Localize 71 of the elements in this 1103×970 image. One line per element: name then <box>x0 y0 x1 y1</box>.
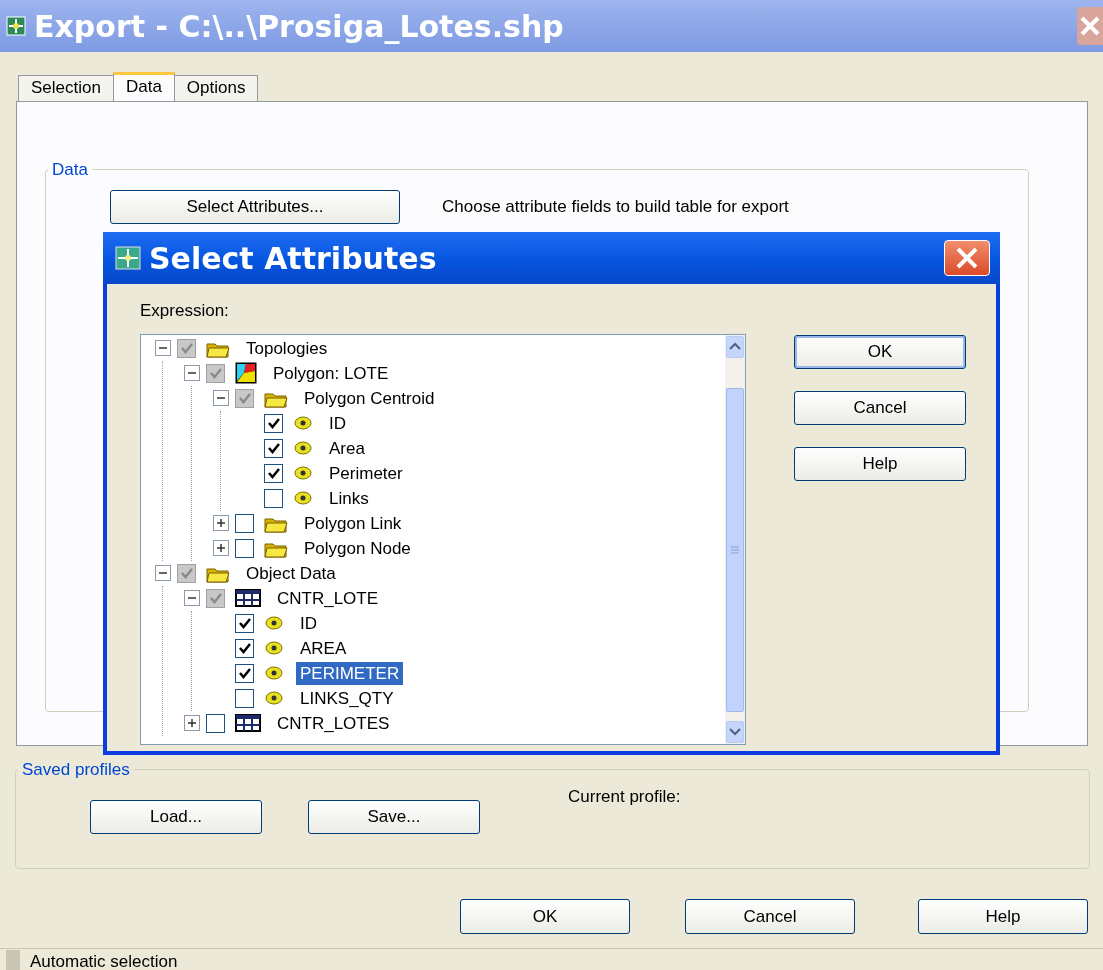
cog-icon <box>264 664 284 682</box>
scrollbar-thumb[interactable] <box>726 387 744 712</box>
cog-icon <box>264 639 284 657</box>
tab[interactable]: Selection <box>18 75 114 101</box>
tree-item[interactable]: Polygon: LOTE <box>269 361 393 385</box>
grip-icon <box>730 545 740 554</box>
app-icon <box>115 246 141 270</box>
polygon-icon <box>235 362 257 384</box>
group-label: Saved profiles <box>21 761 131 778</box>
close-icon <box>1079 15 1101 37</box>
checkbox[interactable] <box>264 488 283 508</box>
cog-icon <box>293 489 313 507</box>
cog-icon <box>264 614 284 632</box>
dialog-button[interactable]: Help <box>794 447 966 481</box>
tree-item[interactable]: CNTR_LOTE <box>273 586 383 610</box>
cog-icon <box>264 689 284 707</box>
dialog-button[interactable]: Help <box>918 899 1088 934</box>
tree-item[interactable]: Perimeter <box>325 461 407 485</box>
tree-item[interactable]: Polygon Link <box>300 511 406 535</box>
chevron-up-icon <box>728 341 742 352</box>
minus-icon[interactable] <box>155 340 171 356</box>
cog-icon <box>293 439 313 457</box>
checkbox[interactable] <box>235 688 254 708</box>
cog-icon <box>293 464 313 482</box>
current-profile-label: Current profile: <box>568 786 681 808</box>
plus-icon[interactable] <box>213 540 229 556</box>
dialog-title: Select Attributes <box>149 239 437 278</box>
tree-item[interactable]: Area <box>325 436 369 460</box>
checkbox[interactable] <box>206 713 225 733</box>
profile-button[interactable]: Save... <box>308 800 480 834</box>
group-label: Data <box>51 161 89 178</box>
tree-item[interactable]: ID <box>296 611 321 635</box>
app-icon <box>6 16 26 36</box>
tree-item[interactable]: Links <box>325 486 373 510</box>
checkbox[interactable] <box>235 513 254 533</box>
chevron-down-icon <box>728 726 742 737</box>
table-icon <box>235 588 261 608</box>
scroll-down-button[interactable] <box>726 720 744 743</box>
tree-item[interactable]: ID <box>325 411 350 435</box>
minus-icon[interactable] <box>184 365 200 381</box>
table-icon <box>235 713 261 733</box>
scroll-up-button[interactable] <box>726 335 744 358</box>
tree-item[interactable]: LINKS_QTY <box>296 686 398 710</box>
minus-icon[interactable] <box>155 565 171 581</box>
description-text: Choose attribute fields to build table for export <box>442 196 789 219</box>
dialog-button[interactable]: OK <box>460 899 630 934</box>
cog-icon <box>293 414 313 432</box>
tree-item[interactable]: PERIMETER <box>296 661 404 685</box>
status-text: Automatic selection <box>30 950 178 970</box>
dialog-button[interactable]: Cancel <box>685 899 855 934</box>
tab[interactable]: Data <box>112 72 175 101</box>
profile-button[interactable]: Load... <box>90 800 262 834</box>
tree-item[interactable]: Object Data <box>242 561 340 585</box>
tree-item[interactable]: CNTR_LOTES <box>273 711 394 735</box>
plus-icon[interactable] <box>213 515 229 531</box>
dialog-button[interactable]: Cancel <box>794 391 966 425</box>
close-button[interactable] <box>944 240 990 276</box>
tree-item[interactable]: Polygon Node <box>300 536 415 560</box>
dialog-button[interactable]: OK <box>794 335 966 369</box>
expression-label: Expression: <box>140 300 230 322</box>
tree-item[interactable]: Polygon Centroid <box>300 386 439 410</box>
select-attributes-button[interactable]: Select Attributes... <box>110 190 400 224</box>
tree-item[interactable]: Topologies <box>242 336 332 360</box>
window-title: Export - C:\..\Prosiga_Lotes.shp <box>34 7 564 46</box>
close-icon <box>954 245 980 271</box>
minus-icon[interactable] <box>213 390 229 406</box>
checkbox[interactable] <box>235 538 254 558</box>
tab[interactable]: Options <box>173 75 259 101</box>
minus-icon[interactable] <box>184 590 200 606</box>
tree-item[interactable]: AREA <box>296 636 351 660</box>
plus-icon[interactable] <box>184 715 200 731</box>
